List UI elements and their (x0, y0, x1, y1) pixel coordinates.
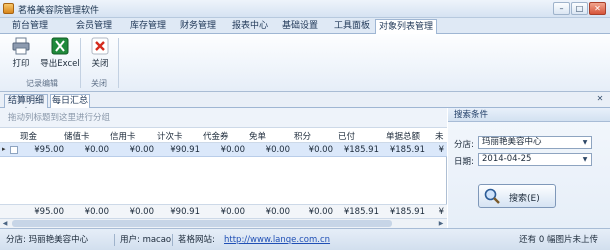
summary-cell: ¥0.00 (84, 207, 109, 217)
status-store: 分店: 玛丽艳美容中心 (6, 235, 89, 245)
column-header[interactable]: 计次卡 (157, 130, 183, 142)
status-bar: 分店: 玛丽艳美容中心 用户: macao 茗格网站: http://www.l… (0, 228, 610, 250)
title-bar: 茗格美容院管理软件 – □ ✕ (0, 0, 610, 18)
group-separator (80, 38, 81, 88)
ribbon-tabs: 前台管理 会员管理 库存管理 财务管理 报表中心 基础设置 工具面板 对象列表管… (0, 18, 610, 35)
search-icon (484, 188, 500, 204)
table-cell[interactable]: ¥185.91 (379, 145, 425, 155)
summary-cell: ¥185.91 (389, 207, 425, 217)
ribbon-body: 打印 导出Excel 记录编辑 关闭 关闭 (0, 34, 610, 92)
column-header[interactable]: 现金 (20, 130, 37, 142)
tab-daily-summary[interactable]: 每日汇总 (50, 94, 90, 109)
status-separator (172, 234, 173, 246)
search-panel-title: 搜索条件 (448, 108, 610, 122)
tab-members[interactable]: 会员管理 (70, 19, 118, 34)
date-label: 日期: (454, 157, 474, 167)
window-controls: – □ ✕ (553, 2, 606, 15)
status-site-label: 茗格网站: (178, 235, 215, 245)
export-excel-button[interactable]: 导出Excel (40, 37, 80, 73)
summary-cell: ¥0.00 (308, 207, 333, 217)
date-picker[interactable]: 2014-04-25 ▼ (478, 153, 592, 166)
table-cell[interactable]: ¥90.91 (154, 145, 200, 155)
print-label: 打印 (12, 59, 30, 69)
summary-cell: ¥0.00 (265, 207, 290, 217)
date-value: 2014-04-25 (482, 154, 532, 164)
minimize-button[interactable]: – (553, 2, 570, 15)
status-user: 用户: macao (120, 235, 172, 245)
table-cell[interactable]: ¥ (432, 145, 444, 155)
column-header[interactable]: 未 (435, 130, 444, 142)
scroll-right-icon[interactable]: ▶ (436, 219, 446, 228)
search-button-label: 搜索(E) (509, 194, 540, 204)
tab-object-list[interactable]: 对象列表管理 (375, 19, 437, 35)
printer-icon (12, 37, 30, 55)
store-label: 分店: (454, 140, 474, 150)
export-excel-label: 导出Excel (40, 59, 80, 69)
search-panel: 搜索条件 分店: 玛丽艳美容中心 ▼ 日期: 2014-04-25 ▼ 搜索(E… (448, 108, 610, 228)
table-cell[interactable]: ¥0.00 (64, 145, 109, 155)
summary-cell: ¥185.91 (343, 207, 379, 217)
document-tabs: 结算明细表 每日汇总 ✕ (0, 92, 610, 118)
group-separator (118, 38, 119, 88)
close-window-button[interactable]: ✕ (589, 2, 606, 15)
tab-front-desk[interactable]: 前台管理 (8, 19, 52, 34)
table-cell[interactable]: ¥0.00 (245, 145, 290, 155)
grid-summary-footer: ¥95.00 ¥0.00 ¥0.00 ¥90.91 ¥0.00 ¥0.00 ¥0… (0, 204, 447, 218)
store-value: 玛丽艳美容中心 (482, 137, 542, 147)
row-checkbox[interactable] (10, 146, 18, 154)
horizontal-scrollbar[interactable]: ◀ ▶ (0, 218, 447, 228)
data-grid: 拖动列标题到这里进行分组 现金 储值卡 信用卡 计次卡 代金券 免单 积分 已付… (0, 108, 447, 228)
column-header[interactable]: 单据总额 (386, 130, 420, 142)
table-cell[interactable]: ¥185.91 (333, 145, 379, 155)
window-title: 茗格美容院管理软件 (18, 6, 100, 16)
group-by-hint[interactable]: 拖动列标题到这里进行分组 (0, 108, 447, 128)
column-header[interactable]: 积分 (294, 130, 311, 142)
table-cell[interactable]: ¥95.00 (18, 145, 64, 155)
tab-basic-settings[interactable]: 基础设置 (276, 19, 324, 34)
scroll-left-icon[interactable]: ◀ (0, 219, 10, 228)
tab-reports[interactable]: 报表中心 (226, 19, 274, 34)
table-cell[interactable]: ¥0.00 (109, 145, 154, 155)
close-doc-icon[interactable]: ✕ (594, 94, 606, 105)
status-separator (114, 234, 115, 246)
maximize-button[interactable]: □ (571, 2, 588, 15)
column-header[interactable]: 代金券 (203, 130, 229, 142)
grid-header: 现金 储值卡 信用卡 计次卡 代金券 免单 积分 已付 单据总额 未 (0, 128, 447, 143)
summary-cell: ¥95.00 (34, 207, 64, 217)
table-cell[interactable]: ¥0.00 (200, 145, 245, 155)
close-label: 关闭 (91, 59, 109, 69)
app-logo-icon (3, 3, 14, 14)
tab-settlement-detail[interactable]: 结算明细表 (4, 94, 48, 118)
summary-cell: ¥90.91 (170, 207, 200, 217)
column-header[interactable]: 信用卡 (110, 130, 136, 142)
store-select[interactable]: 玛丽艳美容中心 ▼ (478, 136, 592, 149)
table-cell[interactable]: ¥0.00 (290, 145, 333, 155)
tab-inventory[interactable]: 库存管理 (124, 19, 172, 34)
tab-tools[interactable]: 工具面板 (328, 19, 376, 34)
row-indicator-icon: ▸ (2, 145, 6, 153)
excel-icon (51, 37, 69, 55)
summary-cell: ¥0.00 (220, 207, 245, 217)
chevron-down-icon[interactable]: ▼ (580, 155, 590, 164)
summary-cell: ¥ (438, 207, 444, 217)
close-red-icon (91, 37, 109, 55)
site-link[interactable]: http://www.lanqe.com.cn (224, 229, 330, 250)
status-upload-info: 还有 0 幅图片未上传 (519, 235, 598, 245)
column-header[interactable]: 已付 (338, 130, 355, 142)
column-header[interactable]: 免单 (249, 130, 266, 142)
summary-cell: ¥0.00 (129, 207, 154, 217)
print-button[interactable]: 打印 (5, 37, 37, 73)
close-tab-button[interactable]: 关闭 (84, 37, 116, 73)
group-label-record-edit: 记录编辑 (26, 79, 58, 88)
scroll-thumb[interactable] (12, 220, 392, 227)
group-label-close: 关闭 (91, 79, 107, 88)
tab-finance[interactable]: 财务管理 (174, 19, 222, 34)
search-button[interactable]: 搜索(E) (478, 184, 556, 208)
column-header[interactable]: 储值卡 (64, 130, 90, 142)
table-row[interactable]: ▸ ¥95.00 ¥0.00 ¥0.00 ¥90.91 ¥0.00 ¥0.00 … (0, 143, 447, 157)
chevron-down-icon[interactable]: ▼ (580, 138, 590, 147)
